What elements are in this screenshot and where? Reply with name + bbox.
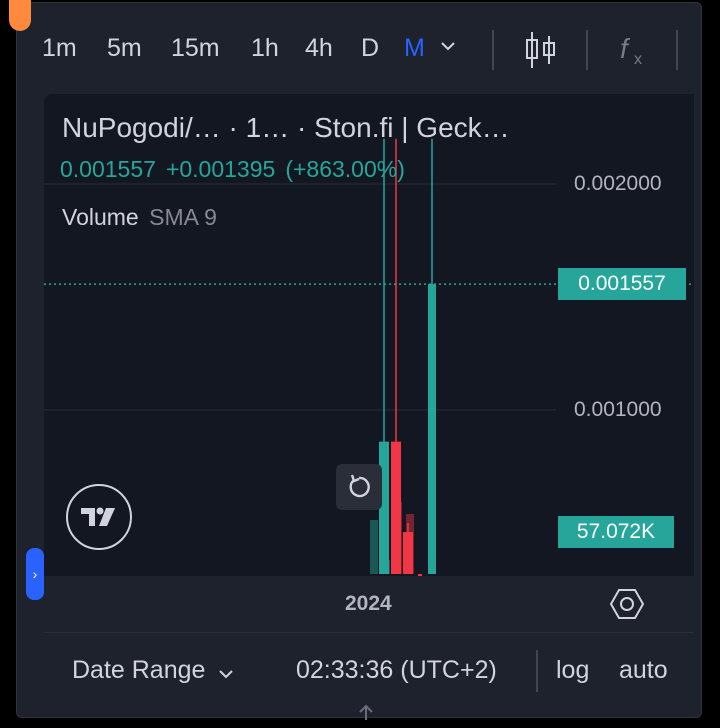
svg-text:f: f xyxy=(620,33,631,64)
arrow-up-icon xyxy=(356,702,376,728)
time-axis-label: 2024 xyxy=(345,592,392,615)
date-range-button[interactable]: Date Range xyxy=(72,656,234,686)
reset-chart-button[interactable] xyxy=(336,464,382,510)
auto-scale-toggle[interactable]: auto xyxy=(619,656,668,685)
tradingview-logo[interactable] xyxy=(66,484,132,550)
candle-body xyxy=(403,532,413,574)
timeframe-1m[interactable]: 1m xyxy=(42,34,77,63)
svg-text:x: x xyxy=(634,51,642,68)
volume-legend[interactable]: Volume SMA 9 xyxy=(62,204,217,231)
candles-layer xyxy=(370,138,436,576)
expand-panel-button[interactable]: › xyxy=(26,548,44,600)
date-range-label: Date Range xyxy=(72,656,206,684)
current-price-badge: 0.001557 xyxy=(558,268,686,300)
volume-sma-label: SMA 9 xyxy=(149,204,217,230)
fx-icon[interactable]: f x xyxy=(616,30,650,75)
timeframe-15m[interactable]: 15m xyxy=(171,34,220,63)
reset-icon xyxy=(349,474,370,498)
bottom-separator xyxy=(536,650,538,692)
timeframe-m[interactable]: M xyxy=(404,34,425,63)
timeframe-5m[interactable]: 5m xyxy=(107,34,142,63)
volume-label: Volume xyxy=(62,204,139,230)
candles-icon[interactable] xyxy=(524,30,558,75)
settings-icon[interactable] xyxy=(609,588,645,625)
left-panel-strip xyxy=(26,94,42,704)
price-tick-label: 0.002000 xyxy=(574,172,662,195)
symbol-title[interactable]: NuPogodi/… · 1… · Ston.fi | Geck… xyxy=(62,112,510,144)
change-percent: (+863.00%) xyxy=(285,156,405,182)
timeframe-1h[interactable]: 1h xyxy=(251,34,279,63)
current-volume-badge: 57.072K xyxy=(558,516,674,548)
last-price-value: 0.001557 xyxy=(60,156,156,182)
log-scale-toggle[interactable]: log xyxy=(556,656,589,685)
toolbar: 1m 5m 15m 1h 4h D M f x xyxy=(0,0,720,90)
chevron-down-icon[interactable] xyxy=(439,36,457,57)
toolbar-separator xyxy=(586,30,588,70)
clock-timezone[interactable]: 02:33:36 (UTC+2) xyxy=(296,656,497,685)
timeframe-d[interactable]: D xyxy=(361,34,379,63)
price-tick-label: 0.001000 xyxy=(574,398,662,421)
candle-body xyxy=(428,284,436,574)
change-value: +0.001395 xyxy=(165,156,276,182)
chevron-right-icon: › xyxy=(32,566,38,582)
candle-body xyxy=(391,441,401,574)
volume-bar xyxy=(370,520,378,574)
legend-values: 0.001557 +0.001395 (+863.00%) xyxy=(60,156,415,183)
timeframe-4h[interactable]: 4h xyxy=(305,34,333,63)
toolbar-separator xyxy=(492,30,494,70)
chevron-down-icon xyxy=(218,657,234,686)
toolbar-separator xyxy=(676,30,678,70)
